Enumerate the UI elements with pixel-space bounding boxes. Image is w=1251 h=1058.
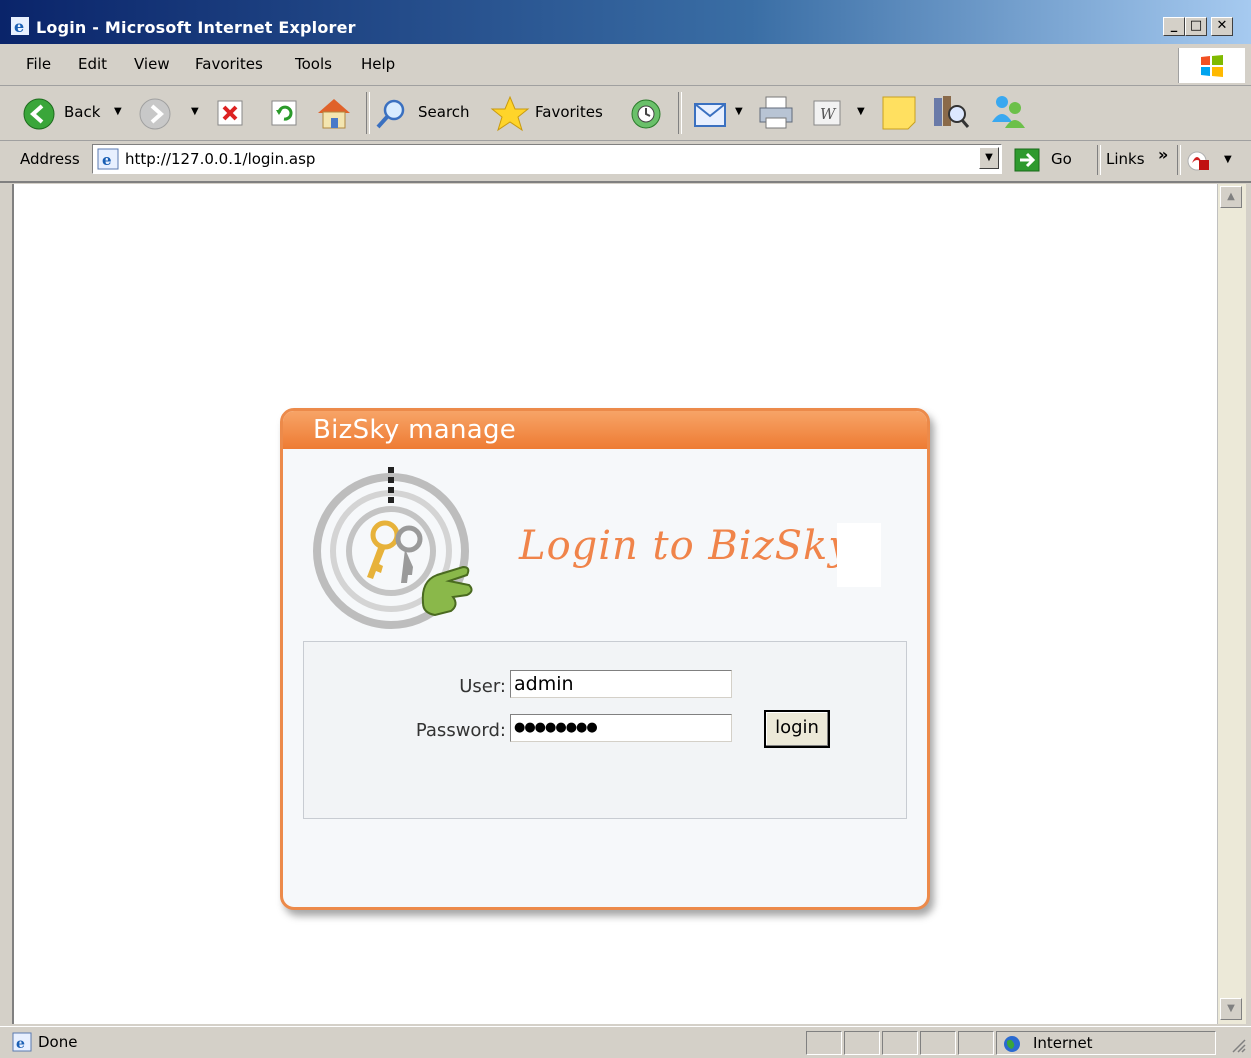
login-button[interactable]: login (764, 710, 830, 748)
menu-edit[interactable]: Edit (78, 55, 107, 73)
password-label: Password: (415, 720, 506, 741)
links-chevron-icon[interactable]: » (1158, 145, 1168, 164)
resize-grip-icon[interactable] (1228, 1035, 1246, 1053)
close-button[interactable]: ✕ (1211, 17, 1233, 36)
login-heading: Login to BizSky (519, 523, 852, 569)
window-title: Login - Microsoft Internet Explorer (36, 18, 356, 37)
mail-dropdown-icon[interactable]: ▼ (735, 106, 743, 117)
address-separator (1097, 145, 1101, 175)
keys-logo-icon (313, 467, 473, 629)
toolbar: Back ▼ ▼ Search Favorites ▼ W ▼ (0, 86, 1251, 141)
mail-icon[interactable] (692, 96, 732, 132)
search-label[interactable]: Search (418, 103, 470, 121)
status-panel (920, 1031, 956, 1055)
user-input[interactable]: admin (510, 670, 732, 698)
page-content: BizSky manage Login to BizSky User: admi… (12, 184, 1219, 1024)
status-panel (958, 1031, 994, 1055)
panel-header: BizSky manage (283, 411, 927, 449)
refresh-icon[interactable] (270, 99, 298, 127)
zone-label: Internet (1033, 1034, 1093, 1052)
address-url: http://127.0.0.1/login.asp (125, 150, 316, 168)
login-form: User: admin Password: ●●●●●●●● login (303, 641, 907, 819)
favorites-label[interactable]: Favorites (535, 103, 603, 121)
go-label[interactable]: Go (1051, 150, 1072, 168)
heading-backdrop (837, 523, 881, 587)
scroll-up-button[interactable]: ▲ (1220, 186, 1242, 208)
toolbar-separator (366, 92, 370, 134)
back-dropdown-icon[interactable]: ▼ (114, 106, 122, 117)
vertical-scrollbar[interactable]: ▲ ▼ (1217, 184, 1246, 1024)
pdf-dropdown-icon[interactable]: ▼ (1224, 154, 1232, 165)
ie-logo-icon: e (11, 17, 29, 36)
maximize-button[interactable]: □ (1185, 17, 1207, 36)
panel-title: BizSky manage (313, 415, 517, 445)
menu-file[interactable]: File (26, 55, 51, 73)
stop-icon[interactable] (216, 99, 244, 127)
address-separator (1177, 145, 1181, 175)
forward-dropdown-icon[interactable]: ▼ (191, 106, 199, 117)
research-icon[interactable] (930, 92, 970, 132)
edit-dropdown-icon[interactable]: ▼ (857, 106, 865, 117)
status-panel (844, 1031, 880, 1055)
discuss-note-icon[interactable] (880, 94, 918, 132)
status-text: Done (38, 1033, 78, 1051)
status-panel (882, 1031, 918, 1055)
pdf-tool-icon[interactable] (1186, 149, 1212, 173)
edit-word-icon[interactable]: W (812, 99, 842, 127)
search-icon[interactable] (374, 96, 410, 132)
menu-tools[interactable]: Tools (295, 55, 332, 73)
zone-panel: Internet (996, 1031, 1216, 1055)
address-label: Address (20, 150, 80, 168)
svg-text:W: W (820, 105, 837, 123)
svg-text:e: e (16, 1036, 25, 1052)
address-input[interactable]: e http://127.0.0.1/login.asp ▼ (92, 144, 1002, 174)
toolbar-separator (678, 92, 682, 134)
print-icon[interactable] (756, 94, 796, 132)
scroll-down-button[interactable]: ▼ (1220, 998, 1242, 1020)
title-bar[interactable]: e Login - Microsoft Internet Explorer _ … (0, 0, 1251, 44)
address-dropdown-icon[interactable]: ▼ (979, 147, 999, 169)
user-label: User: (459, 676, 506, 697)
svg-text:e: e (14, 17, 24, 36)
internet-globe-icon (1004, 1036, 1020, 1052)
history-icon[interactable] (628, 96, 664, 132)
windows-logo-area (1178, 48, 1245, 83)
back-arrow-icon[interactable] (22, 97, 56, 131)
windows-flag-icon (1201, 55, 1223, 77)
password-input[interactable]: ●●●●●●●● (510, 714, 732, 742)
go-arrow-icon[interactable] (1014, 148, 1040, 172)
menu-help[interactable]: Help (361, 55, 395, 73)
forward-arrow-icon[interactable] (138, 97, 172, 131)
address-bar: Address e http://127.0.0.1/login.asp ▼ G… (0, 141, 1251, 183)
menu-bar: File Edit View Favorites Tools Help (0, 44, 1251, 86)
page-done-icon: e (12, 1032, 32, 1052)
status-bar: e Done Internet (0, 1026, 1251, 1058)
login-panel: BizSky manage Login to BizSky User: admi… (280, 408, 930, 910)
minimize-button[interactable]: _ (1163, 17, 1185, 36)
menu-favorites[interactable]: Favorites (195, 55, 263, 73)
home-icon[interactable] (314, 95, 354, 131)
page-ie-icon: e (97, 148, 119, 170)
favorites-star-icon[interactable] (490, 94, 530, 134)
links-label[interactable]: Links (1106, 150, 1145, 168)
status-panel (806, 1031, 842, 1055)
back-label[interactable]: Back (64, 103, 100, 121)
messenger-icon[interactable] (988, 92, 1028, 132)
svg-text:e: e (102, 151, 112, 169)
menu-view[interactable]: View (134, 55, 170, 73)
